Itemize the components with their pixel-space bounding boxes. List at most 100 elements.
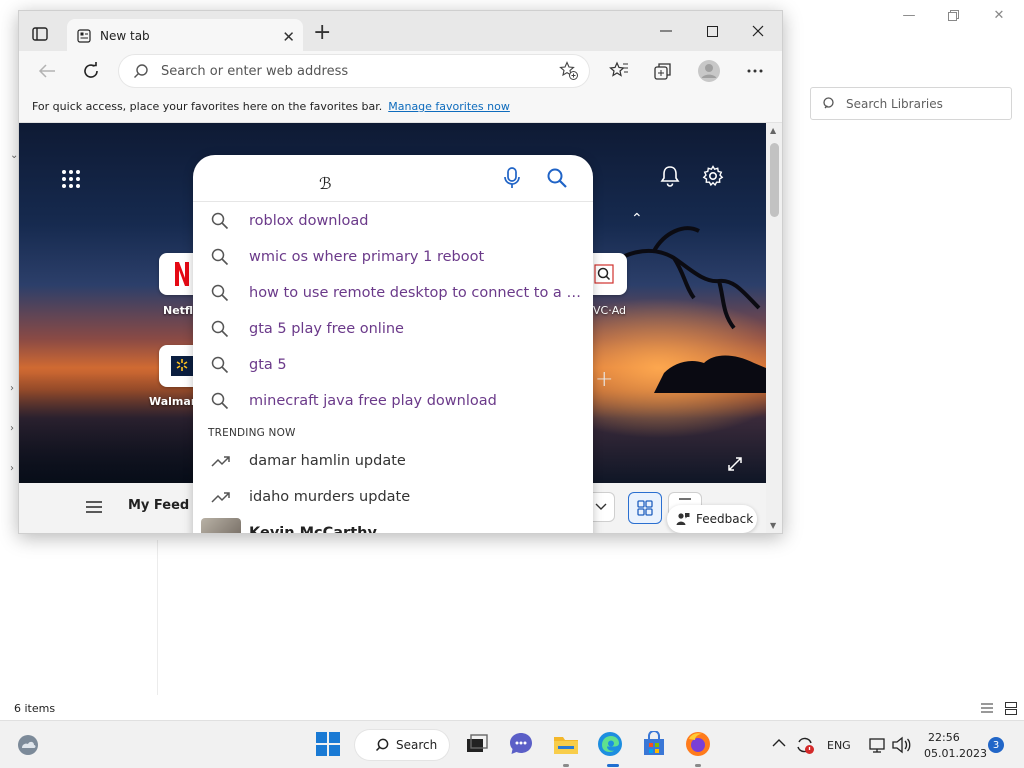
- web-search-input[interactable]: [211, 163, 491, 193]
- search-suggestion[interactable]: roblox download: [193, 203, 593, 239]
- explorer-search-box[interactable]: Search Libraries: [810, 87, 1012, 120]
- suggestion-text: gta 5 play free online: [249, 321, 404, 337]
- input-language-indicator[interactable]: ENG: [827, 739, 851, 752]
- voice-search-microphone-icon[interactable]: [503, 167, 521, 189]
- explorer-minimize-button[interactable]: —: [886, 4, 932, 26]
- trending-arrow-icon: [211, 454, 231, 468]
- search-input-row: ℬ: [193, 155, 593, 202]
- search-suggestion[interactable]: gta 5: [193, 347, 593, 383]
- favorites-button[interactable]: [607, 59, 631, 83]
- search-icon: [375, 738, 389, 752]
- firefox-icon[interactable]: [685, 731, 711, 757]
- trending-suggestion[interactable]: damar hamlin update: [193, 443, 593, 479]
- search-icon: [211, 248, 231, 266]
- show-hidden-icons-chevron-icon[interactable]: [772, 738, 786, 748]
- walmart-logo-icon: [171, 356, 193, 376]
- my-feed-tab[interactable]: My Feed: [128, 498, 189, 513]
- browser-toolbar: Search or enter web address: [19, 51, 782, 91]
- nav-pane-divider: [157, 540, 158, 695]
- suggestion-text: minecraft java free play download: [249, 393, 497, 409]
- edge-maximize-button[interactable]: [689, 11, 735, 51]
- search-submit-icon[interactable]: [546, 167, 568, 189]
- grid-layout-button[interactable]: [628, 492, 662, 524]
- back-arrow-icon: [38, 64, 55, 78]
- volume-icon[interactable]: [891, 736, 911, 754]
- favorites-icon: [609, 61, 628, 77]
- expand-background-icon[interactable]: [727, 456, 743, 472]
- tiles-view-icon[interactable]: [1004, 701, 1018, 715]
- collections-button[interactable]: [651, 59, 675, 83]
- tree-silhouette-image: [594, 226, 766, 393]
- explorer-maximize-button[interactable]: [930, 4, 976, 26]
- feed-menu-icon[interactable]: [85, 500, 103, 514]
- tab-actions-icon[interactable]: [29, 23, 51, 45]
- entity-suggestion[interactable]: Kevin McCarthy: [193, 515, 593, 533]
- notification-count-badge[interactable]: 3: [988, 737, 1004, 753]
- refresh-icon: [84, 62, 98, 78]
- chevron-down-icon: [595, 503, 606, 510]
- search-suggestion[interactable]: gta 5 play free online: [193, 311, 593, 347]
- nav-expand-chevron[interactable]: ›: [10, 463, 14, 474]
- restore-icon: [947, 9, 959, 21]
- search-suggestion[interactable]: minecraft java free play download: [193, 383, 593, 419]
- explorer-close-button[interactable]: ✕: [976, 4, 1022, 26]
- add-favorite-icon[interactable]: [559, 61, 579, 81]
- close-tab-button[interactable]: ✕: [282, 28, 295, 46]
- edge-minimize-button[interactable]: [643, 11, 689, 51]
- trending-suggestion[interactable]: idaho murders update: [193, 479, 593, 515]
- task-view-icon[interactable]: [464, 731, 490, 757]
- tab-strip: New tab ✕ +: [19, 11, 782, 53]
- edge-close-button[interactable]: [735, 11, 781, 51]
- feedback-button[interactable]: Feedback: [667, 505, 757, 533]
- quick-link-label: VC·Ad: [593, 304, 627, 317]
- address-bar[interactable]: Search or enter web address: [119, 55, 589, 87]
- collapse-caret-icon[interactable]: ⌃: [631, 211, 643, 227]
- network-icon[interactable]: [868, 736, 886, 754]
- apps-launcher-icon[interactable]: [61, 169, 81, 189]
- suggestion-text: gta 5: [249, 357, 287, 373]
- chat-icon[interactable]: [508, 731, 534, 757]
- scrollbar-thumb[interactable]: [770, 143, 779, 217]
- scroll-up-arrow-icon[interactable]: ▲: [770, 126, 776, 135]
- profile-button[interactable]: [697, 59, 721, 83]
- add-site-button[interactable]: +: [595, 367, 613, 392]
- file-explorer-icon[interactable]: [553, 731, 579, 757]
- grid-layout-icon: [637, 500, 653, 516]
- page-settings-gear-icon[interactable]: [702, 165, 724, 187]
- clock-date[interactable]: 05.01.2023: [924, 747, 987, 760]
- trending-text: idaho murders update: [249, 489, 411, 505]
- edge-browser-icon[interactable]: [597, 731, 623, 757]
- search-suggestion[interactable]: how to use remote desktop to connect to …: [193, 275, 593, 311]
- start-windows-icon[interactable]: [315, 731, 341, 757]
- notifications-bell-icon[interactable]: [659, 165, 681, 187]
- manage-favorites-link[interactable]: Manage favorites now: [388, 100, 510, 113]
- collections-icon: [654, 63, 671, 80]
- new-tab-button[interactable]: +: [313, 22, 331, 44]
- newtab-page-icon: [77, 29, 91, 43]
- search-icon: [211, 212, 231, 230]
- new-tab-page: ⌃ + Netflix Walmart VC·Ad My Feed Feedba…: [19, 123, 766, 533]
- tab-new-tab[interactable]: New tab ✕: [67, 19, 303, 53]
- widgets-weather-icon[interactable]: [16, 733, 40, 757]
- clock-time[interactable]: 22:56: [928, 731, 960, 744]
- sync-alert-icon[interactable]: [795, 735, 815, 755]
- scroll-down-arrow-icon[interactable]: ▼: [770, 521, 776, 530]
- search-suggestion[interactable]: wmic os where primary 1 reboot: [193, 239, 593, 275]
- settings-menu-button[interactable]: [743, 59, 767, 83]
- suggestion-text: roblox download: [249, 213, 369, 229]
- search-icon: [211, 392, 231, 410]
- nav-expand-chevron[interactable]: ›: [10, 383, 14, 394]
- microsoft-store-icon[interactable]: [641, 731, 667, 757]
- search-icon: [211, 356, 231, 374]
- active-app-indicator: [607, 764, 619, 767]
- nav-expand-chevron[interactable]: ›: [10, 423, 14, 434]
- taskbar-search-button[interactable]: Search: [355, 730, 449, 760]
- favorites-hint: For quick access, place your favorites h…: [32, 100, 383, 113]
- details-view-icon[interactable]: [980, 701, 994, 715]
- back-button[interactable]: [35, 59, 59, 83]
- tab-title: New tab: [100, 29, 150, 43]
- favorites-bar: For quick access, place your favorites h…: [19, 91, 782, 123]
- page-scrollbar[interactable]: ▲ ▼: [766, 123, 782, 533]
- address-placeholder: Search or enter web address: [161, 63, 349, 79]
- refresh-button[interactable]: [79, 59, 103, 83]
